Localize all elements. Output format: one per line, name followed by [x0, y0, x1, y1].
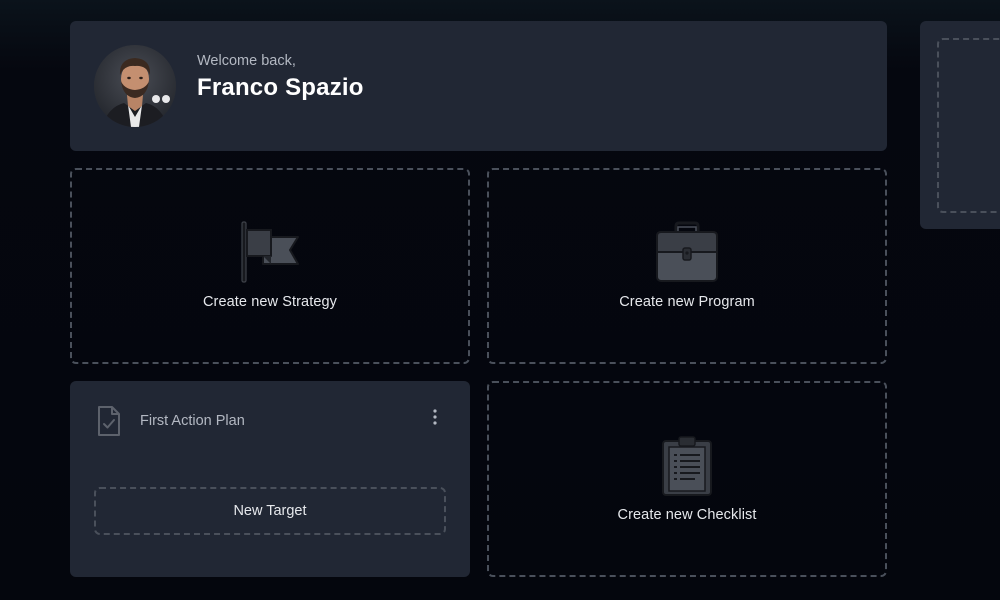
create-program-card[interactable]: Create new Program — [487, 168, 887, 364]
dashboard-page: Welcome back, Franco Spazio Create new S… — [0, 0, 1000, 600]
action-plan-title: First Action Plan — [140, 413, 245, 429]
side-create-card[interactable] — [937, 38, 1000, 213]
flag-icon — [241, 221, 299, 283]
create-checklist-card[interactable]: Create new Checklist — [487, 381, 887, 577]
new-target-button[interactable]: New Target — [94, 487, 446, 535]
action-plan-panel: First Action Plan New Target — [70, 381, 470, 577]
create-checklist-label: Create new Checklist — [617, 507, 757, 523]
clipboard-icon — [662, 436, 712, 496]
briefcase-icon — [656, 221, 718, 282]
kebab-menu-icon — [433, 409, 437, 425]
create-strategy-label: Create new Strategy — [202, 294, 338, 310]
create-strategy-card[interactable]: Create new Strategy — [70, 168, 470, 364]
create-program-label: Create new Program — [619, 294, 755, 310]
action-plan-header: First Action Plan — [96, 405, 245, 437]
welcome-panel: Welcome back, Franco Spazio — [70, 21, 887, 151]
avatar[interactable] — [94, 45, 176, 127]
document-check-icon — [98, 406, 120, 436]
avatar-status-dots — [152, 95, 170, 103]
welcome-text: Welcome back, Franco Spazio — [197, 53, 364, 102]
welcome-greeting: Welcome back, — [197, 53, 296, 69]
avatar-photo — [94, 45, 176, 127]
kebab-menu-button[interactable] — [427, 407, 443, 427]
user-name: Franco Spazio — [197, 74, 364, 101]
